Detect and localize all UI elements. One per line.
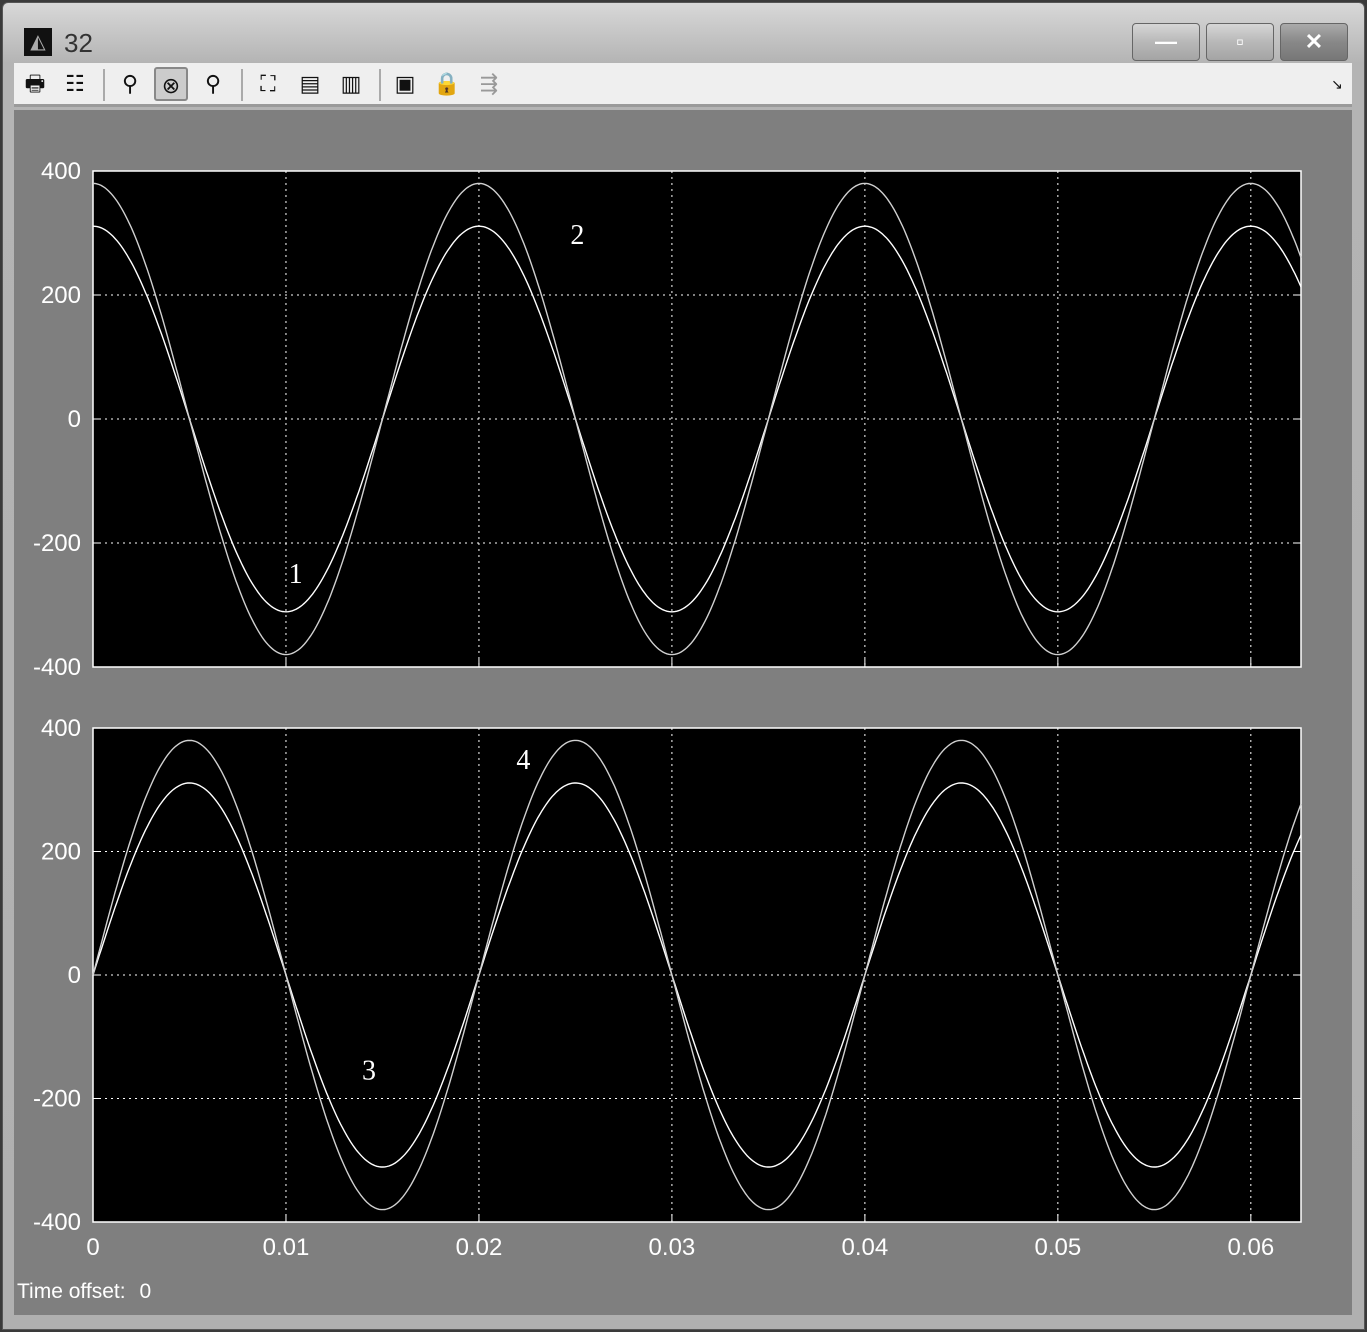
x-tick-label: 0.02 xyxy=(456,1234,503,1261)
axes-1: -400 -200 0 200 400 1 2 xyxy=(33,158,1302,681)
curve-label-3: 3 xyxy=(362,1055,376,1086)
y-tick-label: -400 xyxy=(33,1209,81,1236)
y-tick-label: 0 xyxy=(68,406,81,433)
y-tick-label: 400 xyxy=(41,158,81,185)
x-tick-label: 0.01 xyxy=(263,1234,310,1261)
time-offset-value: 0 xyxy=(139,1280,152,1303)
y-tick-label: -400 xyxy=(33,654,81,681)
x-tick-label: 0.05 xyxy=(1034,1234,1081,1261)
x-tick-label: 0.06 xyxy=(1227,1234,1274,1261)
curve-label-4: 4 xyxy=(516,745,530,776)
x-tick-label: 0 xyxy=(86,1234,99,1261)
x-tick-label: 0.04 xyxy=(842,1234,889,1261)
y-tick-label: -200 xyxy=(33,530,81,557)
y-tick-label: 400 xyxy=(41,715,81,742)
status-bar: Time offset: 0 xyxy=(17,1280,151,1304)
curve-label-1: 1 xyxy=(289,559,303,590)
y-tick-label: 200 xyxy=(41,839,81,866)
y-tick-label: -200 xyxy=(33,1086,81,1113)
axes-2: 0 0.01 0.02 0.03 0.04 0.05 0.06 -400 -200 0 200 400… xyxy=(33,715,1302,1261)
y-tick-label: 0 xyxy=(68,962,81,989)
y-tick-label: 200 xyxy=(41,282,81,309)
time-offset-label: Time offset: xyxy=(17,1280,126,1303)
curve-label-2: 2 xyxy=(570,220,584,251)
scope-plots: -400 -200 0 200 400 1 2 0 0.01 0.02 0.03 0.04 0.05 0.… xyxy=(33,158,1302,1261)
x-tick-label: 0.03 xyxy=(649,1234,696,1261)
